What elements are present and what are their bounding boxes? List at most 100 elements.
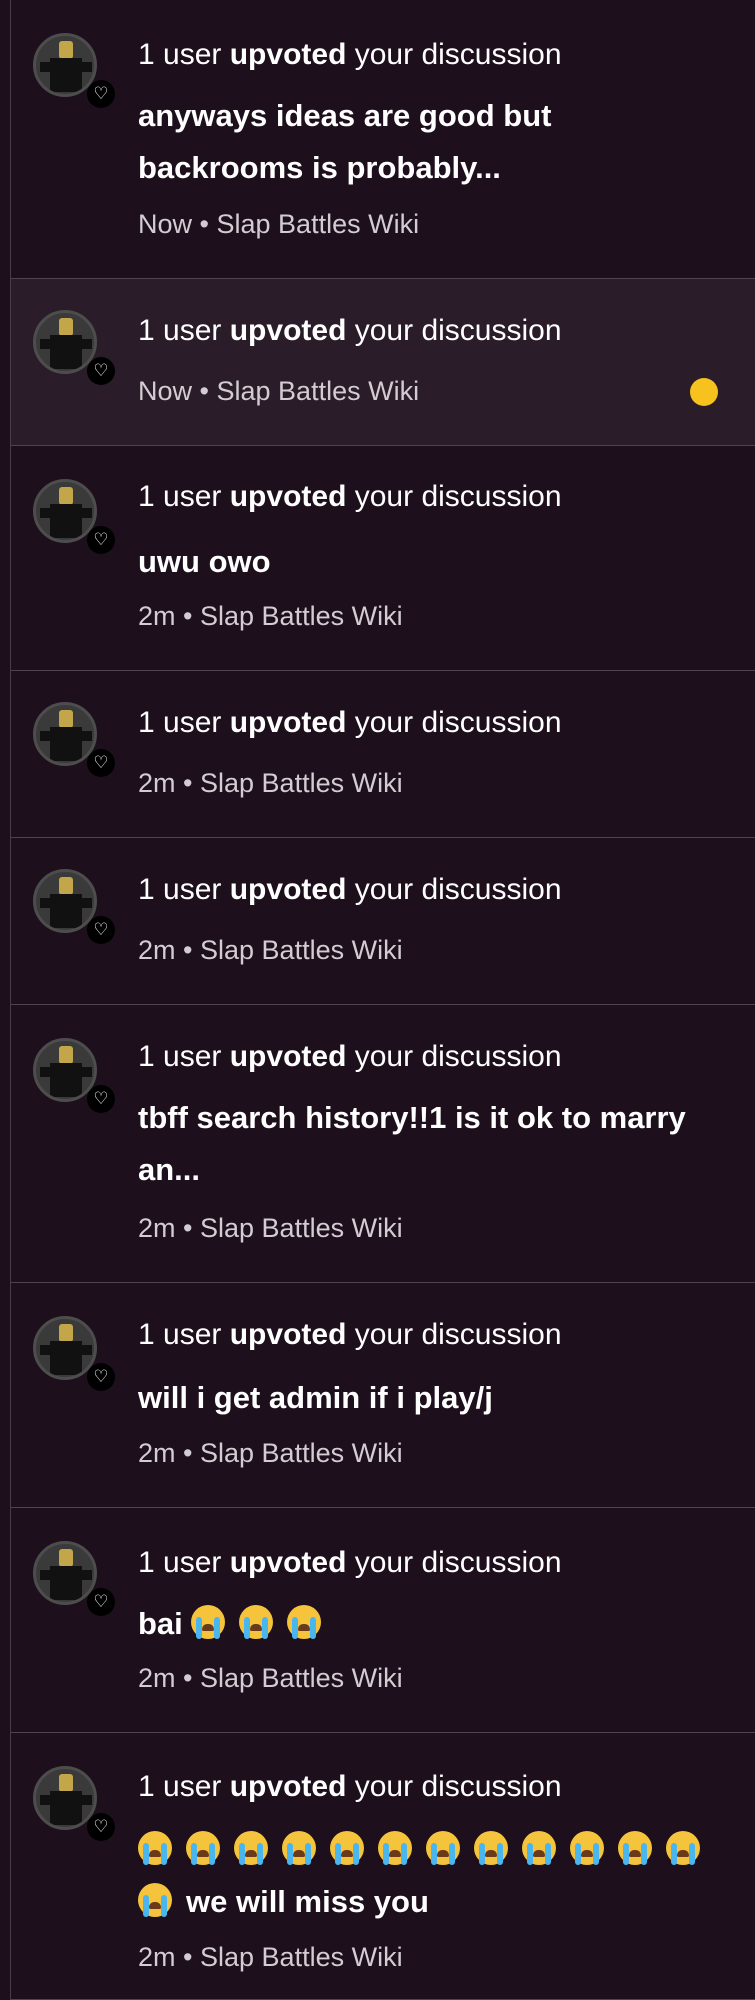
message-suffix: your discussion [354, 706, 562, 739]
action-label: upvoted [229, 1318, 347, 1351]
notification-meta: Now • Slap Battles Wiki [138, 209, 419, 240]
notification-message: 1 user upvoted your discussion [138, 873, 562, 907]
action-label: upvoted [229, 1040, 347, 1073]
upvote-count: 1 user [138, 1770, 222, 1803]
notification-message: 1 user upvoted your discussion [138, 38, 562, 72]
notification-item[interactable]: ♡ 1 user upvoted your discussion will i ge… [11, 1283, 755, 1508]
notification-time: Now [138, 376, 193, 406]
meta-separator: • [183, 601, 193, 631]
notification-time: 2m [138, 601, 176, 631]
notification-item[interactable]: ♡ 1 user upvoted your discussion anyways i… [11, 0, 755, 279]
discussion-title-text: tbff search history!!1 is it ok to marry… [138, 1100, 686, 1187]
discussion-title-text: will i get admin if i play/j [138, 1380, 493, 1415]
notification-meta: 2m • Slap Battles Wiki [138, 935, 403, 966]
notification-item[interactable]: ♡ 1 user upvoted your discussion uwu owo 2m… [11, 446, 755, 671]
meta-separator: • [183, 1213, 193, 1243]
notification-time: Now [138, 209, 193, 239]
notification-item[interactable]: ♡ 1 user upvoted your discussion 2m • Slap… [11, 671, 755, 838]
heart-icon: ♡ [87, 1588, 115, 1616]
notification-time: 2m [138, 1942, 176, 1972]
meta-separator: • [199, 209, 209, 239]
heart-icon: ♡ [87, 1363, 115, 1391]
unread-dot-indicator [690, 378, 718, 406]
crying-face-icon [234, 1831, 268, 1865]
action-label: upvoted [229, 480, 347, 513]
notification-item[interactable]: ♡ 1 user upvoted your discussion 2m • Slap… [11, 838, 755, 1005]
upvote-count: 1 user [138, 1546, 222, 1579]
crying-face-icon [239, 1605, 274, 1639]
heart-icon: ♡ [87, 80, 115, 108]
notification-message: 1 user upvoted your discussion [138, 314, 562, 348]
upvote-count: 1 user [138, 873, 222, 906]
crying-face-icon [282, 1831, 316, 1865]
message-suffix: your discussion [354, 1318, 562, 1351]
discussion-title-text: uwu owo [138, 544, 271, 579]
wiki-name: Slap Battles Wiki [200, 1438, 403, 1468]
discussion-title[interactable]: we will miss you [138, 1824, 718, 1928]
message-suffix: your discussion [354, 1546, 562, 1579]
discussion-title-text: anyways ideas are good but backrooms is … [138, 98, 552, 185]
notification-meta: Now • Slap Battles Wiki [138, 376, 419, 407]
notification-message: 1 user upvoted your discussion [138, 480, 562, 514]
discussion-title[interactable]: anyways ideas are good but backrooms is … [138, 90, 718, 194]
meta-separator: • [183, 768, 193, 798]
notification-message: 1 user upvoted your discussion [138, 706, 562, 740]
action-label: upvoted [229, 1770, 347, 1803]
wiki-name: Slap Battles Wiki [200, 1942, 403, 1972]
heart-icon: ♡ [87, 526, 115, 554]
notification-meta: 2m • Slap Battles Wiki [138, 1438, 403, 1469]
upvote-count: 1 user [138, 706, 222, 739]
notification-time: 2m [138, 768, 176, 798]
message-suffix: your discussion [354, 314, 562, 347]
notifications-panel: ♡ 1 user upvoted your discussion anyways i… [0, 0, 755, 2000]
upvote-count: 1 user [138, 1318, 222, 1351]
upvote-count: 1 user [138, 1040, 222, 1073]
crying-face-icon [426, 1831, 460, 1865]
discussion-title[interactable]: tbff search history!!1 is it ok to marry… [138, 1092, 718, 1196]
notification-time: 2m [138, 1663, 176, 1693]
crying-face-icon [186, 1831, 220, 1865]
message-suffix: your discussion [354, 873, 562, 906]
notification-meta: 2m • Slap Battles Wiki [138, 1942, 403, 1973]
discussion-title[interactable]: uwu owo [138, 536, 718, 588]
discussion-title[interactable]: bai [138, 1598, 718, 1650]
discussion-title[interactable]: will i get admin if i play/j [138, 1372, 718, 1424]
notification-item[interactable]: ♡ 1 user upvoted your discussion we will m… [11, 1733, 755, 2000]
upvote-count: 1 user [138, 480, 222, 513]
upvote-count: 1 user [138, 314, 222, 347]
notification-item[interactable]: ♡ 1 user upvoted your discussion Now • Sla… [11, 279, 755, 446]
wiki-name: Slap Battles Wiki [200, 768, 403, 798]
action-label: upvoted [229, 706, 347, 739]
crying-face-icon [378, 1831, 412, 1865]
notification-item[interactable]: ♡ 1 user upvoted your discussion tbff sear… [11, 1005, 755, 1283]
notification-meta: 2m • Slap Battles Wiki [138, 601, 403, 632]
notification-time: 2m [138, 1213, 176, 1243]
wiki-name: Slap Battles Wiki [216, 209, 420, 239]
crying-face-icon [618, 1831, 652, 1865]
notification-message: 1 user upvoted your discussion [138, 1546, 562, 1580]
notification-meta: 2m • Slap Battles Wiki [138, 1213, 403, 1244]
notification-message: 1 user upvoted your discussion [138, 1318, 562, 1352]
notification-meta: 2m • Slap Battles Wiki [138, 768, 403, 799]
heart-icon: ♡ [87, 1085, 115, 1113]
wiki-name: Slap Battles Wiki [216, 376, 420, 406]
crying-face-icon [330, 1831, 364, 1865]
message-suffix: your discussion [354, 1040, 562, 1073]
message-suffix: your discussion [354, 480, 562, 513]
action-label: upvoted [229, 314, 347, 347]
meta-separator: • [199, 376, 209, 406]
crying-face-icon [138, 1831, 172, 1865]
action-label: upvoted [229, 873, 347, 906]
discussion-title-text: bai [138, 1606, 183, 1641]
wiki-name: Slap Battles Wiki [200, 1663, 403, 1693]
heart-icon: ♡ [87, 357, 115, 385]
notification-time: 2m [138, 1438, 176, 1468]
meta-separator: • [183, 1438, 193, 1468]
notification-item[interactable]: ♡ 1 user upvoted your discussion bai 2m • … [11, 1508, 755, 1733]
heart-icon: ♡ [87, 1813, 115, 1841]
heart-icon: ♡ [87, 749, 115, 777]
crying-face-icon [522, 1831, 556, 1865]
notification-message: 1 user upvoted your discussion [138, 1770, 562, 1804]
crying-face-icon [287, 1605, 322, 1639]
message-suffix: your discussion [354, 38, 562, 71]
